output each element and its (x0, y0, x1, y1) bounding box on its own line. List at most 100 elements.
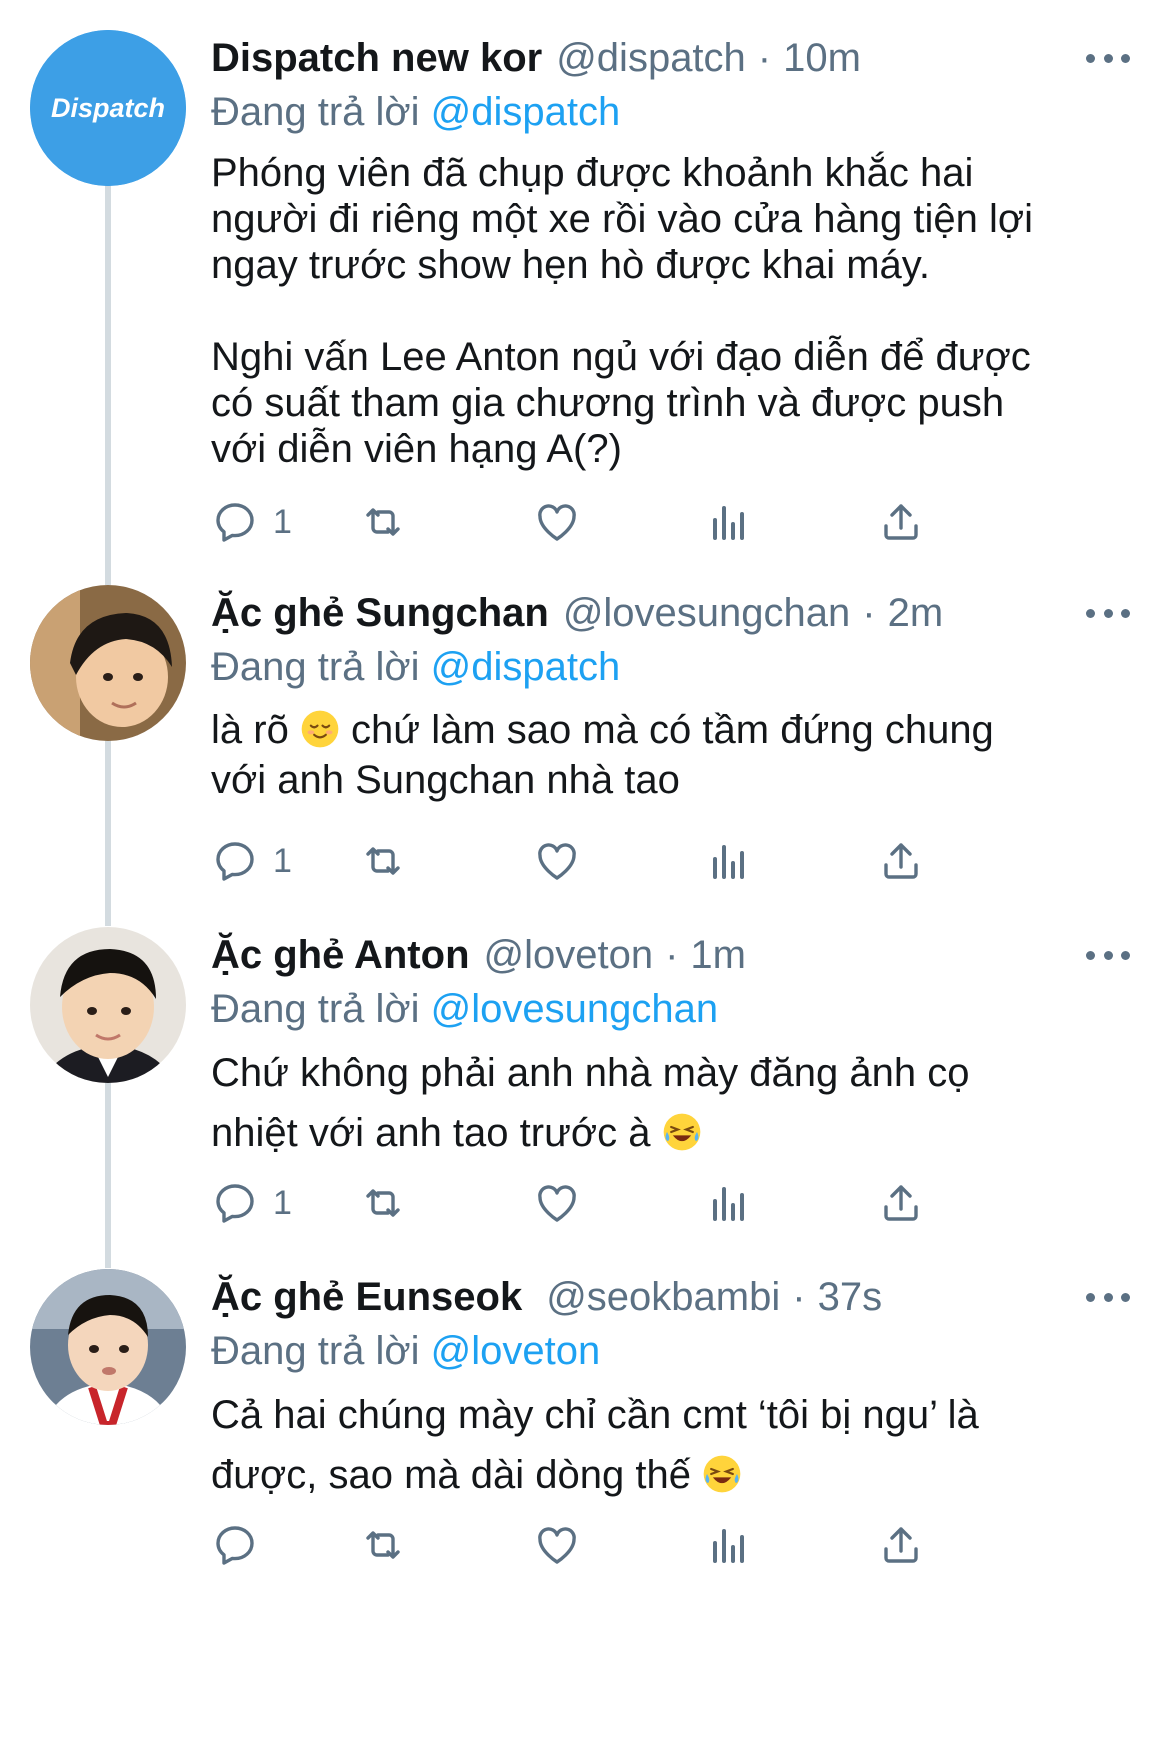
retweet-icon (366, 508, 400, 536)
retweet-icon (366, 1531, 400, 1559)
display-name[interactable]: Dispatch new kor (211, 30, 542, 86)
retweet-button[interactable] (359, 831, 407, 891)
analytics-button[interactable] (705, 1515, 753, 1575)
timestamp[interactable]: 37s (818, 1269, 883, 1325)
display-name[interactable]: Ặc ghẻ Anton (211, 927, 470, 983)
retweet-button[interactable] (359, 492, 407, 552)
like-button[interactable] (533, 1515, 581, 1575)
reply-icon (216, 1526, 254, 1565)
avatar[interactable] (30, 927, 186, 1083)
tweet-text: Chứ không phải anh nhà mày đăng ảnh cọ n… (211, 1043, 1130, 1163)
svg-text:Dispatch: Dispatch (51, 93, 165, 123)
reply-button[interactable]: 1 (211, 831, 292, 891)
display-name[interactable]: Ặc ghẻ Sungchan (211, 585, 549, 641)
thread-line (105, 738, 111, 926)
action-bar (211, 1515, 1051, 1575)
avatar[interactable] (30, 1269, 186, 1425)
like-icon (538, 843, 576, 880)
user-handle[interactable]: @lovesungchan (563, 585, 850, 641)
replying-to: Đang trả lời @dispatch (211, 86, 1130, 138)
laughing-tears-emoji-icon (663, 1113, 700, 1151)
analytics-icon (713, 1529, 744, 1563)
more-icon[interactable] (1086, 48, 1130, 68)
separator: · (757, 36, 772, 80)
action-bar: 1 (211, 1173, 1051, 1233)
thread-line (105, 170, 111, 585)
laughing-tears-emoji-icon (703, 1455, 741, 1493)
reply-mention[interactable]: @lovesungchan (431, 987, 718, 1031)
relieved-face-emoji-icon (301, 710, 339, 748)
avatar[interactable] (30, 585, 186, 741)
reply-count: 1 (273, 1183, 292, 1222)
replying-to-label: Đang trả lời (211, 90, 420, 134)
share-button[interactable] (877, 1515, 925, 1575)
share-button[interactable] (877, 1173, 925, 1233)
analytics-button[interactable] (705, 492, 753, 552)
share-button[interactable] (877, 831, 925, 891)
user-handle[interactable]: @seokbambi (546, 1269, 780, 1325)
like-icon (538, 504, 576, 541)
like-button[interactable] (533, 831, 581, 891)
replying-to: Đang trả lời @loveton (211, 1325, 1130, 1377)
action-bar: 1 (211, 831, 1051, 891)
tweet-text: là rõ chứ làm sao mà có tầm đứng chung v… (211, 705, 1130, 805)
reply-icon (216, 1184, 254, 1223)
analytics-icon (713, 1187, 744, 1221)
like-button[interactable] (533, 1173, 581, 1233)
share-icon (884, 1527, 918, 1563)
reply-button[interactable]: 1 (211, 492, 292, 552)
replying-to-label: Đang trả lời (211, 1329, 420, 1373)
tweet-text-part: Chứ không phải anh nhà mày đăng ảnh cọ n… (211, 1051, 970, 1155)
more-icon[interactable] (1086, 945, 1130, 965)
tweet-header: Ặc ghẻ Anton @loveton · 1m (211, 927, 1130, 983)
analytics-button[interactable] (705, 1173, 753, 1233)
reply-mention[interactable]: @dispatch (431, 645, 621, 689)
tweet-text-part: Cả hai chúng mày chỉ cần cmt ‘tôi bị ngu… (211, 1393, 979, 1497)
share-button[interactable] (877, 492, 925, 552)
reply-mention[interactable]: @loveton (431, 1329, 601, 1373)
display-name[interactable]: Ặc ghẻ Eunseok (211, 1269, 522, 1325)
user-handle[interactable]: @dispatch (556, 30, 746, 86)
action-bar: 1 (211, 492, 1051, 552)
more-icon[interactable] (1086, 603, 1130, 623)
replying-to-label: Đang trả lời (211, 987, 420, 1031)
retweet-icon (366, 847, 400, 875)
analytics-icon (713, 506, 744, 540)
more-icon[interactable] (1086, 1287, 1130, 1307)
separator: · (665, 933, 679, 977)
separator: · (792, 1275, 806, 1319)
reply-icon (216, 503, 254, 542)
retweet-button[interactable] (359, 1515, 407, 1575)
tweet-text: Phóng viên đã chụp được khoảnh khắc hai … (211, 151, 1033, 471)
tweet-header: Dispatch new kor @dispatch · 10m (211, 30, 1130, 86)
tweet-header: Ặc ghẻ Eunseok @seokbambi · 37s (211, 1269, 1130, 1325)
profile-photo (30, 1269, 186, 1425)
analytics-icon (713, 845, 744, 879)
retweet-button[interactable] (359, 1173, 407, 1233)
retweet-icon (366, 1189, 400, 1217)
tweet-header: Ặc ghẻ Sungchan @lovesungchan · 2m (211, 585, 1130, 641)
reply-count: 1 (273, 841, 292, 880)
dispatch-logo: Dispatch (30, 30, 186, 186)
separator: · (862, 591, 876, 635)
share-icon (884, 843, 918, 879)
tweet-text-part: là rõ (211, 708, 289, 752)
timestamp[interactable]: 10m (783, 30, 861, 86)
timestamp[interactable]: 1m (690, 927, 746, 983)
reply-count: 1 (273, 502, 292, 541)
user-handle[interactable]: @loveton (484, 927, 654, 983)
reply-button[interactable] (211, 1515, 273, 1575)
replying-to: Đang trả lời @dispatch (211, 641, 1130, 693)
profile-photo (30, 585, 186, 741)
reply-button[interactable]: 1 (211, 1173, 292, 1233)
share-icon (884, 504, 918, 540)
timestamp[interactable]: 2m (888, 585, 944, 641)
like-button[interactable] (533, 492, 581, 552)
profile-photo (30, 927, 186, 1083)
share-icon (884, 1185, 918, 1221)
analytics-button[interactable] (705, 831, 753, 891)
replying-to: Đang trả lời @lovesungchan (211, 983, 1130, 1035)
reply-mention[interactable]: @dispatch (431, 90, 621, 134)
reply-icon (216, 842, 254, 881)
avatar[interactable]: Dispatch (30, 30, 186, 186)
